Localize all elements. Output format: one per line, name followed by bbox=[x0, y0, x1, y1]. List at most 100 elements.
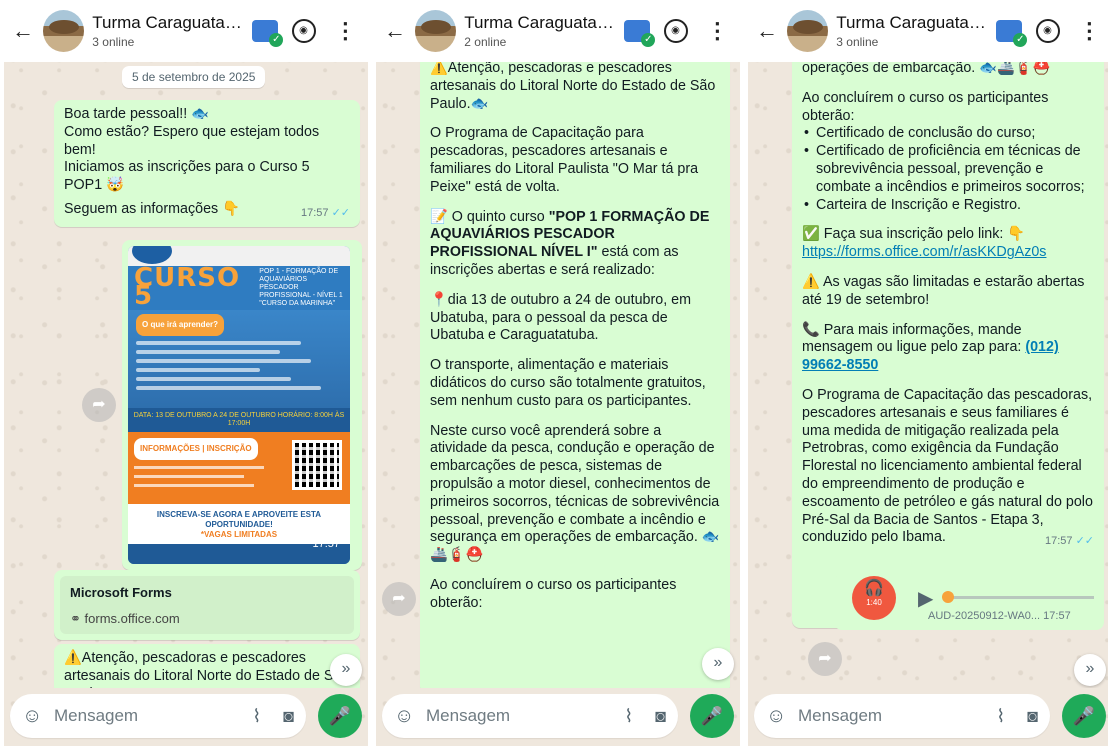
message-text: ⚠️ As vagas são limitadas e estarão aber… bbox=[802, 273, 1085, 308]
chat-header: ← Turma Caraguatat... 3 online ◉ ⋮ bbox=[4, 0, 368, 62]
message-text: 📍dia 13 de outubro a 24 de outubro, em U… bbox=[430, 291, 692, 344]
message-placeholder: Mensagem bbox=[426, 706, 511, 725]
message-text: ⚠️Atenção, pescadoras e pescadores artes… bbox=[64, 650, 349, 688]
link-preview-url: forms.office.com bbox=[84, 610, 180, 626]
group-avatar[interactable] bbox=[787, 10, 829, 52]
signup-link[interactable]: https://forms.office.com/r/asKKDgAz0s bbox=[802, 244, 1046, 260]
message-time: 17:57 bbox=[1043, 610, 1071, 622]
sticker-status-icon[interactable] bbox=[252, 16, 284, 47]
link-preview-bubble[interactable]: Microsoft Forms ⚭ forms.office.com bbox=[54, 570, 360, 640]
voice-chat-icon[interactable]: ◉ bbox=[663, 16, 693, 46]
message-text: Neste curso você aprenderá sobre a ativi… bbox=[430, 422, 720, 564]
message-bubble[interactable]: operações de embarcação. 🐟🚢🧯⛑️ Ao conclu… bbox=[792, 62, 1104, 628]
message-list[interactable]: operações de embarcação. 🐟🚢🧯⛑️ Ao conclu… bbox=[748, 62, 1108, 688]
camera-icon[interactable]: ◙ bbox=[1027, 706, 1038, 727]
emoji-icon[interactable]: ☺ bbox=[766, 705, 792, 728]
message-bubble[interactable]: ⚠️Atenção, pescadoras e pescadores artes… bbox=[54, 644, 360, 688]
attach-icon[interactable]: ⌇ bbox=[252, 706, 261, 727]
voice-chat-icon[interactable]: ◉ bbox=[291, 16, 321, 46]
chat-panel-2: ← Turma Caraguatat... 2 online ◉ ⋮ ⚠️Ate… bbox=[376, 0, 740, 746]
group-info[interactable]: Turma Caraguatat... 2 online bbox=[464, 13, 614, 49]
message-text: O Programa de Capacitação das pescadoras… bbox=[802, 387, 1094, 547]
mic-button[interactable]: 🎤 bbox=[690, 694, 734, 738]
chat-header: ← Turma Caraguatat... 3 online ◉ ⋮ bbox=[748, 0, 1108, 62]
more-options-icon[interactable]: ⋮ bbox=[331, 16, 360, 46]
message-text: ✅ Faça sua inscrição pelo link: 👇 https:… bbox=[802, 226, 1047, 261]
group-title: Turma Caraguatat... bbox=[836, 13, 987, 32]
attach-icon[interactable]: ⌇ bbox=[624, 706, 633, 727]
message-time: 17:57 bbox=[312, 538, 340, 551]
camera-icon[interactable]: ◙ bbox=[655, 706, 666, 727]
play-icon[interactable]: ▶ bbox=[918, 586, 933, 611]
message-text: O Programa de Capacitação para pescadora… bbox=[430, 125, 699, 195]
date-separator: 5 de setembro de 2025 bbox=[122, 66, 266, 88]
mic-button[interactable]: 🎤 bbox=[318, 694, 362, 738]
message-text: Iniciamos as inscrições para o Curso 5 P… bbox=[64, 159, 310, 194]
message-time: 17:57 ✓✓ bbox=[300, 206, 350, 219]
message-text: ⚠️Atenção, pescadoras e pescadores artes… bbox=[430, 62, 716, 112]
group-avatar[interactable] bbox=[415, 10, 457, 52]
audio-message-bubble[interactable]: 🎧 1:40 ▶ AUD-20250912-WA0... 17:57 bbox=[834, 574, 1104, 630]
poster-pill: O que irá aprender? bbox=[136, 314, 225, 336]
group-info[interactable]: Turma Caraguatat... 3 online bbox=[836, 13, 986, 49]
group-info[interactable]: Turma Caraguatat... 3 online bbox=[92, 13, 242, 49]
poster-subtitle: POP 1 - FORMAÇÃO DE AQUAVIÁRIOS PESCADOR… bbox=[259, 268, 343, 307]
message-bubble[interactable]: Boa tarde pessoal!! 🐟 Como estão? Espero… bbox=[54, 100, 360, 227]
group-title: Turma Caraguatat... bbox=[92, 13, 243, 32]
message-input[interactable]: ☺ Mensagem ⌇ ◙ bbox=[754, 694, 1050, 738]
forward-icon[interactable]: ➦ bbox=[808, 642, 842, 676]
scroll-down-icon[interactable]: » bbox=[1074, 654, 1106, 686]
message-placeholder: Mensagem bbox=[798, 706, 883, 725]
image-message-bubble[interactable]: CURSO 5 POP 1 - FORMAÇÃO DE AQUAVIÁRIOS … bbox=[122, 240, 362, 570]
message-input[interactable]: ☺ Mensagem ⌇ ◙ bbox=[382, 694, 678, 738]
headphones-icon: 🎧 1:40 bbox=[852, 576, 896, 620]
message-text: 📝 O quinto curso "POP 1 FORMAÇÃO DE AQUA… bbox=[430, 208, 710, 278]
back-arrow-icon[interactable]: ← bbox=[12, 18, 37, 44]
audio-filename: AUD-20250912-WA0... bbox=[928, 610, 1041, 622]
message-text: 📞 Para mais informações, mande mensagem … bbox=[802, 321, 1059, 374]
attach-icon[interactable]: ⌇ bbox=[996, 706, 1005, 727]
qr-code bbox=[292, 440, 342, 490]
group-title: Turma Caraguatat... bbox=[464, 13, 615, 32]
emoji-icon[interactable]: ☺ bbox=[22, 705, 48, 728]
composer: ☺ Mensagem ⌇ ◙ 🎤 bbox=[748, 688, 1108, 746]
message-list[interactable]: ⚠️Atenção, pescadoras e pescadores artes… bbox=[376, 62, 740, 688]
poster-dates: DATA: 13 DE OUTUBRO A 24 DE OUTUBRO HORÁ… bbox=[128, 408, 350, 432]
emoji-icon[interactable]: ☺ bbox=[394, 705, 420, 728]
composer: ☺ Mensagem ⌇ ◙ 🎤 bbox=[4, 688, 368, 746]
forward-icon[interactable]: ➦ bbox=[82, 388, 116, 422]
message-text: operações de embarcação. 🐟🚢🧯⛑️ bbox=[802, 62, 1051, 76]
divider bbox=[370, 0, 374, 746]
audio-progress-track[interactable] bbox=[944, 596, 1094, 599]
scroll-down-icon[interactable]: » bbox=[702, 648, 734, 680]
message-list[interactable]: 5 de setembro de 2025 Boa tarde pessoal!… bbox=[4, 62, 368, 688]
more-options-icon[interactable]: ⋮ bbox=[1075, 16, 1104, 46]
audio-progress-handle[interactable] bbox=[942, 591, 954, 603]
message-input[interactable]: ☺ Mensagem ⌇ ◙ bbox=[10, 694, 306, 738]
forward-icon[interactable]: ➦ bbox=[382, 582, 416, 616]
back-arrow-icon[interactable]: ← bbox=[384, 18, 409, 44]
message-time: 17:57 ✓✓ bbox=[1044, 535, 1094, 548]
mic-button[interactable]: 🎤 bbox=[1062, 694, 1106, 738]
course-poster-image[interactable]: CURSO 5 POP 1 - FORMAÇÃO DE AQUAVIÁRIOS … bbox=[128, 246, 350, 564]
voice-chat-icon[interactable]: ◉ bbox=[1035, 16, 1065, 46]
poster-title: CURSO 5 bbox=[134, 263, 241, 311]
sticker-status-icon[interactable] bbox=[996, 16, 1028, 47]
more-options-icon[interactable]: ⋮ bbox=[703, 16, 732, 46]
message-text: Como estão? Espero que estejam todos bem… bbox=[64, 123, 320, 158]
poster-contact-pill: INFORMAÇÕES | INSCRIÇÃO bbox=[134, 438, 258, 460]
benefits-list: Certificado de conclusão do curso; Certi… bbox=[802, 125, 1094, 214]
message-text: Boa tarde pessoal!! 🐟 bbox=[64, 106, 209, 122]
link-preview-card[interactable]: Microsoft Forms ⚭ forms.office.com bbox=[60, 576, 354, 634]
poster-cta: INSCREVA-SE AGORA E APROVEITE ESTA OPORT… bbox=[156, 510, 322, 529]
scroll-down-icon[interactable]: » bbox=[330, 654, 362, 686]
back-arrow-icon[interactable]: ← bbox=[756, 18, 781, 44]
message-text: Ao concluírem o curso os participantes o… bbox=[802, 89, 1049, 124]
sticker-status-icon[interactable] bbox=[624, 16, 656, 47]
group-avatar[interactable] bbox=[43, 10, 85, 52]
list-item: Carteira de Inscrição e Registro. bbox=[802, 197, 1094, 215]
camera-icon[interactable]: ◙ bbox=[283, 706, 294, 727]
chat-panel-1: ← Turma Caraguatat... 3 online ◉ ⋮ 5 de … bbox=[4, 0, 368, 746]
link-icon: ⚭ bbox=[70, 610, 81, 626]
message-bubble[interactable]: ⚠️Atenção, pescadoras e pescadores artes… bbox=[420, 62, 730, 688]
